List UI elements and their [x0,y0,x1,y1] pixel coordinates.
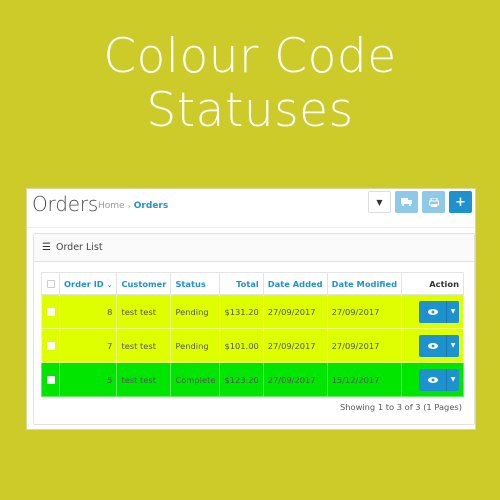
plus-icon: + [455,194,466,210]
add-order-button[interactable]: + [449,191,472,213]
shipping-button[interactable] [395,191,418,213]
panel-title: Order List [55,242,103,253]
header-divider [27,227,475,228]
column-status[interactable]: Status [170,272,221,295]
select-all-checkbox[interactable] [46,280,55,288]
filter-icon: ▼ [376,197,383,207]
action-dropdown-toggle[interactable]: ▼ [446,300,459,323]
page-title: Orders [32,192,99,216]
breadcrumb-home[interactable]: Home [98,201,125,211]
view-order-button[interactable] [419,300,446,323]
date-added-cell: 27/09/2017 [262,294,328,329]
hero-title: Colour Code Statuses [0,30,500,138]
row-checkbox[interactable] [46,342,55,350]
action-cell: ▼ [401,328,464,363]
column-date-added[interactable]: Date Added [262,272,328,295]
table-row: 8 test test Pending $131.20 27/09/2017 2… [41,294,464,329]
caret-down-icon: ▼ [450,342,456,349]
list-icon: ☰ [42,242,51,253]
total-cell: $101.00 [219,328,264,363]
row-checkbox[interactable] [46,376,55,384]
date-added-cell: 27/09/2017 [262,362,328,397]
caret-down-icon: ▼ [450,308,456,315]
eye-icon [427,376,438,383]
orders-table: Order ID ⌄ Customer Status Total Date Ad… [41,272,464,397]
orders-card: Orders Home › Orders ▼ + ☰ Order List Or… [26,188,476,430]
order-id-cell: 8 [58,294,118,329]
action-button-group: ▼ [419,368,459,391]
date-modified-cell: 27/09/2017 [326,294,403,329]
view-order-button[interactable] [419,334,446,357]
action-button-group: ▼ [419,300,459,323]
customer-cell: test test [116,294,172,329]
page-header: Orders Home › Orders ▼ + [27,189,475,225]
table-row: 5 test test Complete $123.20 27/09/2017 … [41,362,464,397]
customer-cell: test test [116,362,172,397]
customer-cell: test test [116,328,172,363]
date-modified-cell: 27/09/2017 [326,328,403,363]
total-cell: $131.20 [219,294,264,329]
action-dropdown-toggle[interactable]: ▼ [446,368,459,391]
status-cell: Complete [170,362,221,397]
date-added-cell: 27/09/2017 [262,328,328,363]
column-date-modified[interactable]: Date Modified [326,272,403,295]
hero-title-line2: Statuses [146,83,354,138]
select-all-cell [41,272,60,295]
breadcrumb-separator: › [127,201,131,211]
print-icon [428,197,439,207]
order-id-cell: 7 [58,328,118,363]
column-order-id-label: Order ID [64,278,104,289]
table-row: 7 test test Pending $101.00 27/09/2017 2… [41,328,464,363]
view-order-button[interactable] [419,368,446,391]
print-button[interactable] [422,191,445,213]
caret-down-icon: ▼ [450,376,456,383]
action-button-group: ▼ [419,334,459,357]
row-checkbox[interactable] [46,308,55,316]
column-order-id[interactable]: Order ID ⌄ [58,272,118,295]
total-cell: $123.20 [219,362,264,397]
date-modified-cell: 15/12/2017 [326,362,403,397]
breadcrumb-orders[interactable]: Orders [134,201,168,211]
toolbar: ▼ + [368,191,472,213]
order-id-cell: 5 [58,362,118,397]
pagination-summary: Showing 1 to 3 of 3 (1 Pages) [339,402,462,412]
truck-icon [401,198,412,206]
row-select-cell [41,362,60,397]
breadcrumb: Home › Orders [98,201,168,211]
eye-icon [427,342,438,349]
action-cell: ▼ [401,294,464,329]
row-select-cell [41,294,60,329]
column-customer[interactable]: Customer [116,272,172,295]
action-dropdown-toggle[interactable]: ▼ [446,334,459,357]
order-list-panel: ☰ Order List Order ID ⌄ Customer Status … [33,233,475,425]
panel-heading: ☰ Order List [34,234,474,262]
eye-icon [427,308,438,315]
sort-desc-icon: ⌄ [106,280,113,289]
column-action: Action [401,272,464,295]
status-cell: Pending [170,328,221,363]
row-select-cell [41,328,60,363]
table-header-row: Order ID ⌄ Customer Status Total Date Ad… [41,272,464,295]
action-cell: ▼ [401,362,464,397]
column-total[interactable]: Total [219,272,264,295]
filter-button[interactable]: ▼ [368,191,391,213]
status-cell: Pending [170,294,221,329]
hero-title-line1: Colour Code [103,29,397,84]
